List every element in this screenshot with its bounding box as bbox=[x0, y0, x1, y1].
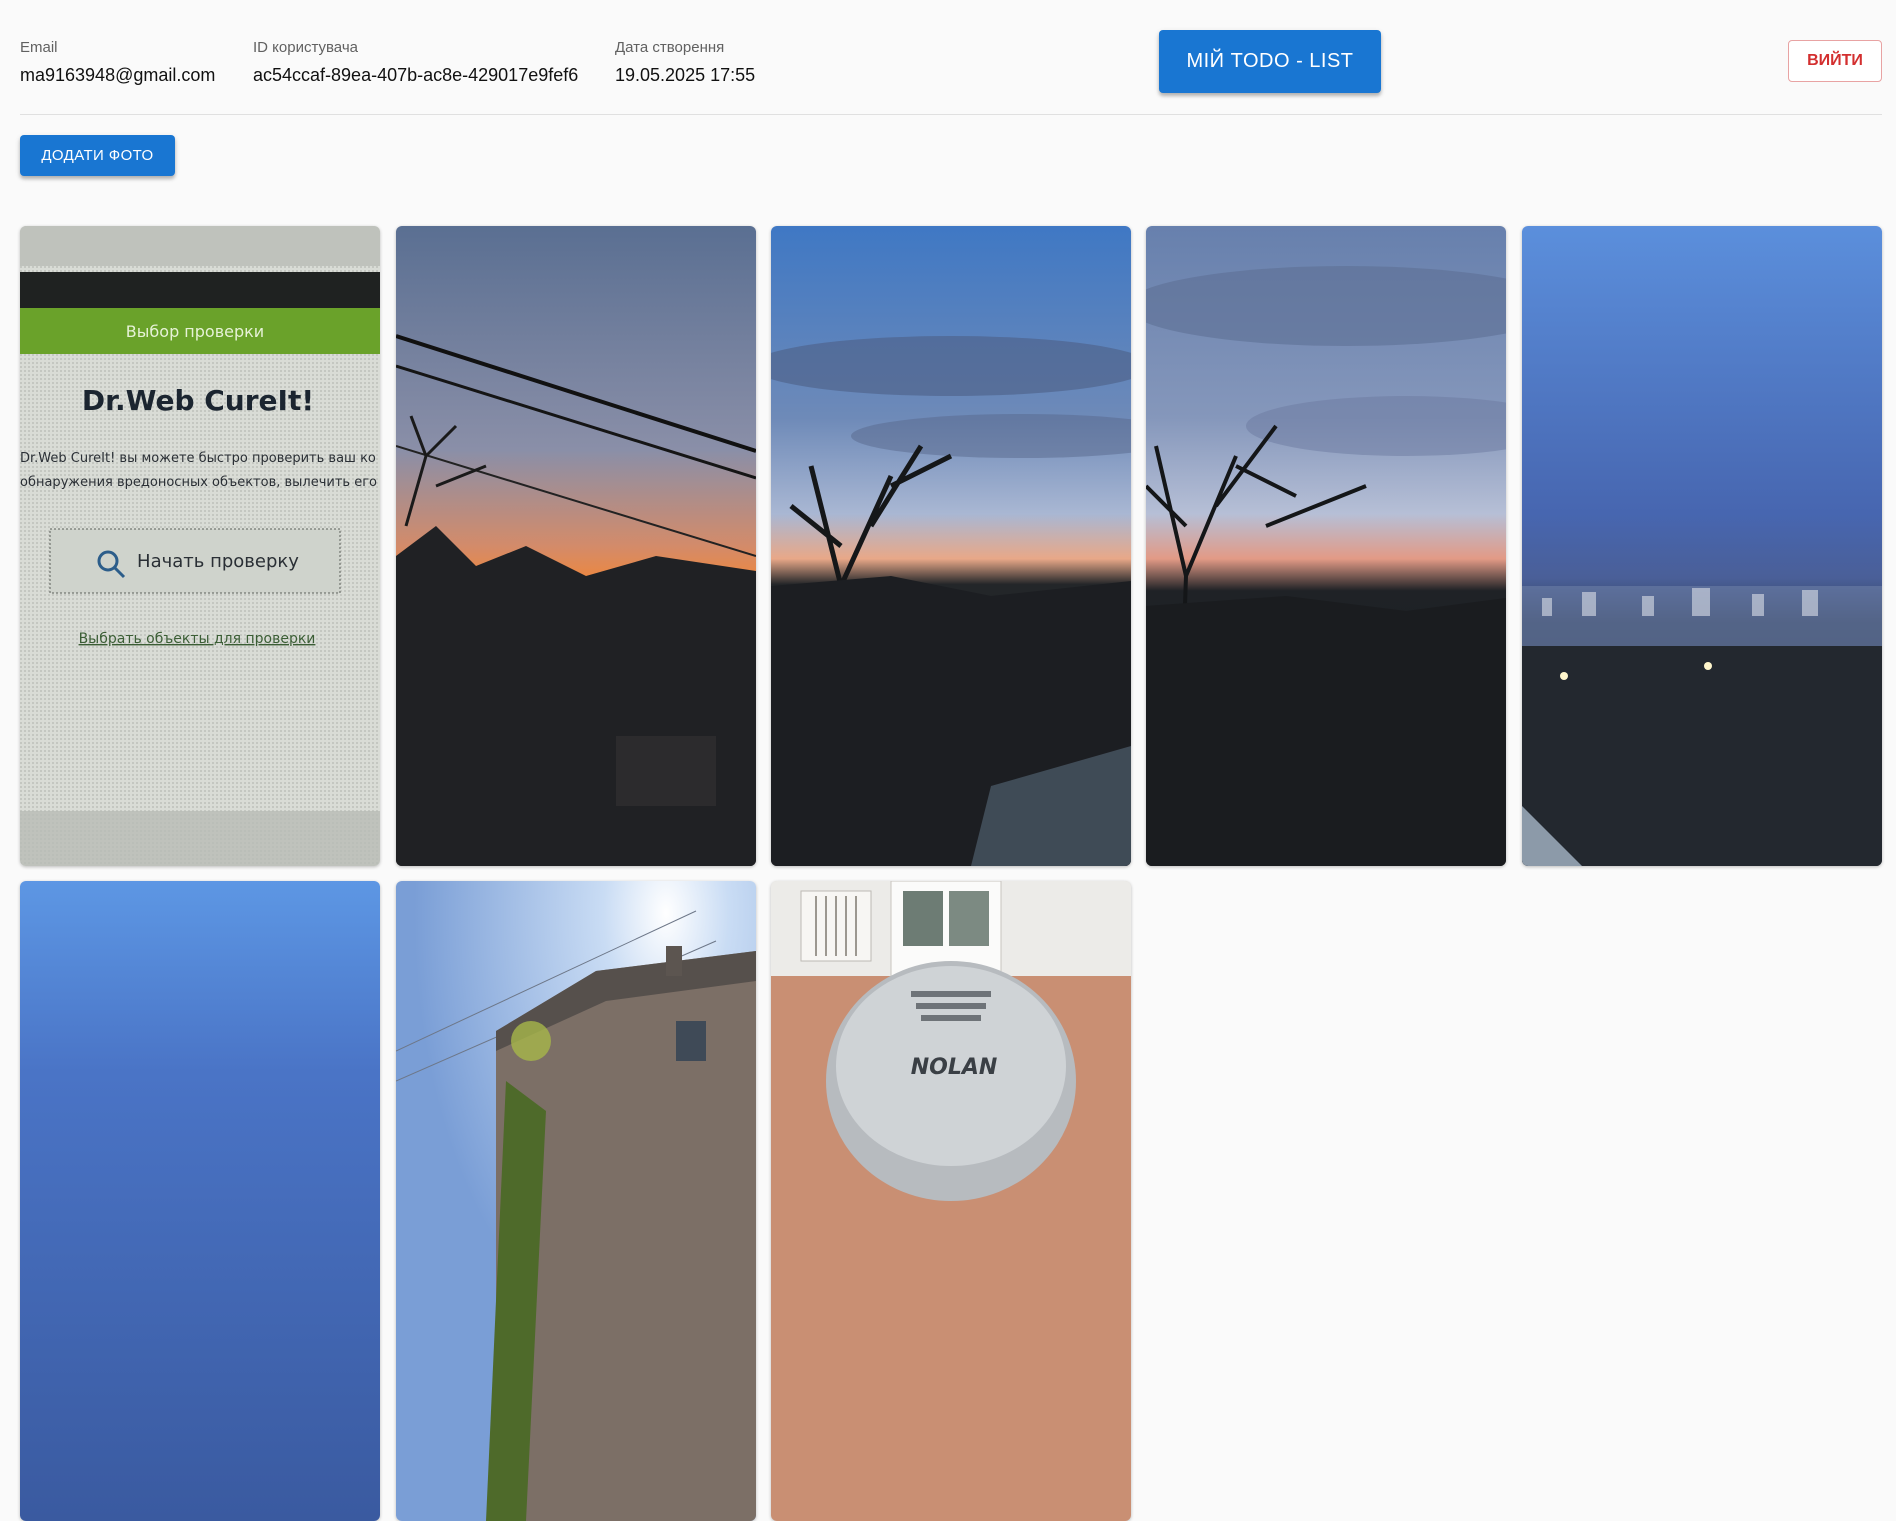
photo-drweb-screen[interactable]: Выбор проверки Dr.Web CureIt! Dr.Web Cur… bbox=[20, 226, 380, 866]
screen-link-text: Выбрать объекты для проверки bbox=[79, 631, 316, 647]
photo-gallery: Выбор проверки Dr.Web CureIt! Dr.Web Cur… bbox=[20, 226, 1882, 1521]
photo-sunset-power-lines[interactable] bbox=[396, 226, 756, 866]
photo-cloudy-sunset-tree[interactable] bbox=[1146, 226, 1506, 866]
my-todo-list-button[interactable]: МІЙ TODO - LIST bbox=[1159, 30, 1381, 93]
photo-blue-sky[interactable] bbox=[20, 881, 380, 1521]
logout-button[interactable]: ВИЙТИ bbox=[1788, 40, 1882, 82]
photo-blue-sky-tree[interactable] bbox=[771, 226, 1131, 866]
photo-nolan-helmet[interactable]: NOLAN bbox=[771, 881, 1131, 1521]
created-date-field: Дата створення 19.05.2025 17:55 bbox=[615, 38, 755, 88]
email-label: Email bbox=[20, 39, 58, 56]
photo-evening-city[interactable] bbox=[1522, 226, 1882, 866]
screen-banner-text: Выбор проверки bbox=[126, 322, 264, 341]
screen-line1-text: Dr.Web CureIt! вы можете быстро проверит… bbox=[20, 451, 376, 466]
photo-house-bright-sky[interactable] bbox=[396, 881, 756, 1521]
email-value: ma9163948@gmail.com bbox=[20, 65, 216, 85]
add-photo-button[interactable]: ДОДАТИ ФОТО bbox=[20, 135, 175, 176]
created-date-label: Дата створення bbox=[615, 39, 725, 56]
screen-line2-text: обнаружения вредоносных объектов, вылечи… bbox=[20, 475, 377, 490]
screen-title-text: Dr.Web CureIt! bbox=[82, 384, 314, 417]
user-info-header: Email ma9163948@gmail.com ID користувача… bbox=[20, 0, 1882, 115]
user-id-value: ac54ccaf-89ea-407b-ac8e-429017e9fef6 bbox=[253, 65, 579, 85]
email-field: Email ma9163948@gmail.com bbox=[20, 38, 215, 88]
screen-button-text: Начать проверку bbox=[137, 551, 299, 572]
user-id-field: ID користувача ac54ccaf-89ea-407b-ac8e-4… bbox=[253, 38, 578, 88]
helmet-brand-text: NOLAN bbox=[911, 1055, 998, 1080]
user-id-label: ID користувача bbox=[253, 39, 358, 56]
created-date-value: 19.05.2025 17:55 bbox=[615, 65, 756, 85]
